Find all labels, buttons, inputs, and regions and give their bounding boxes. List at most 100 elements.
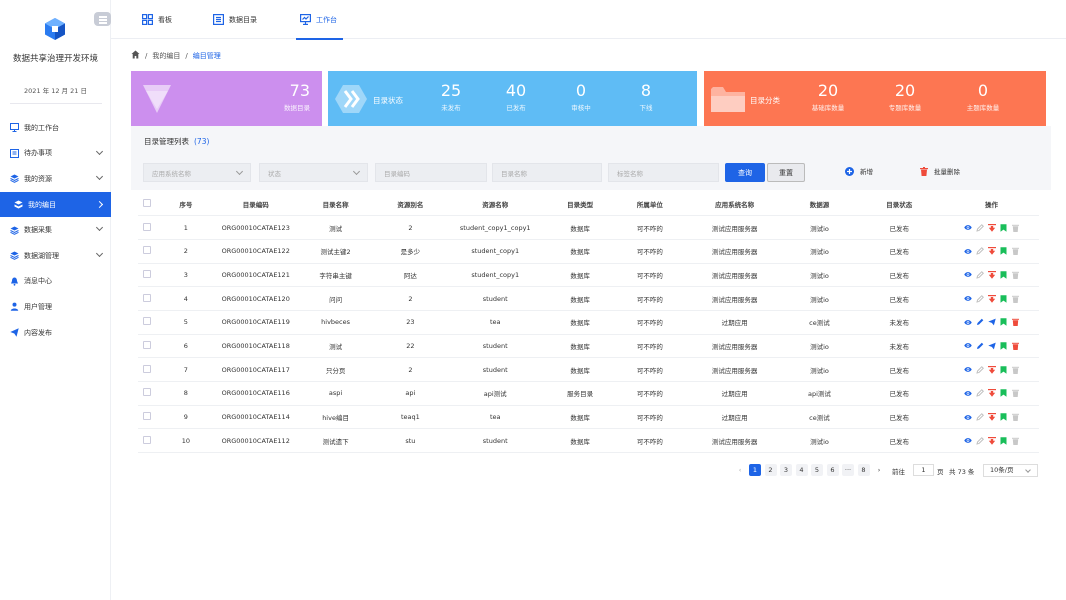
offline-icon[interactable] bbox=[987, 389, 996, 398]
offline-icon[interactable] bbox=[987, 223, 996, 232]
bookmark-icon[interactable] bbox=[1000, 437, 1008, 445]
delete-icon[interactable] bbox=[1012, 342, 1020, 350]
sidebar-item-3[interactable]: 我的编目 bbox=[0, 191, 111, 218]
sidebar-item-5[interactable]: 数据湖管理 bbox=[0, 243, 111, 269]
page-size-select[interactable]: 10条/页 bbox=[983, 464, 1038, 477]
tab-label: 看板 bbox=[158, 15, 172, 24]
column-header: 数据源 bbox=[784, 192, 855, 217]
edit-icon bbox=[975, 270, 984, 279]
sidebar-item-label: 用户管理 bbox=[24, 302, 52, 311]
row-checkbox[interactable] bbox=[138, 334, 156, 359]
bookmark-icon[interactable] bbox=[1000, 223, 1008, 232]
offline-icon[interactable] bbox=[987, 413, 996, 421]
breadcrumb-item[interactable]: 我的编目 bbox=[152, 51, 180, 61]
sidebar-item-1[interactable]: 待办事项 bbox=[0, 141, 111, 167]
row-checkbox[interactable] bbox=[138, 381, 156, 406]
stat-base-label: 基础库数量 bbox=[811, 104, 845, 112]
add-button[interactable]: 新增 bbox=[845, 166, 873, 176]
offline-icon[interactable] bbox=[987, 365, 996, 374]
page-button[interactable]: 3 bbox=[780, 464, 792, 476]
app-system-select[interactable]: 应用系统名称 bbox=[143, 163, 251, 182]
table-cell: 可不咋的 bbox=[614, 263, 685, 288]
row-checkbox[interactable] bbox=[138, 286, 156, 311]
tag-name-input[interactable]: 标签名称 bbox=[608, 163, 719, 182]
sidebar-item-8[interactable]: 内容发布 bbox=[0, 320, 111, 346]
batch-delete-button[interactable]: 批量删除 bbox=[920, 166, 960, 176]
catalog-code-input[interactable]: 目录编码 bbox=[375, 163, 487, 182]
view-icon[interactable] bbox=[963, 271, 972, 279]
view-icon[interactable] bbox=[963, 389, 972, 397]
list-title: 目录管理列表 (73) bbox=[144, 137, 210, 146]
row-checkbox[interactable] bbox=[138, 405, 156, 430]
offline-icon[interactable] bbox=[987, 294, 996, 303]
home-icon[interactable] bbox=[131, 50, 140, 61]
bookmark-icon[interactable] bbox=[1000, 342, 1008, 350]
tab-dashboard[interactable]: 看板 bbox=[142, 0, 172, 39]
sidebar-item-7[interactable]: 用户管理 bbox=[0, 294, 111, 320]
app-title: 数据共享治理开发环境 bbox=[12, 54, 98, 64]
select-all-checkbox[interactable] bbox=[138, 192, 156, 217]
page-button[interactable]: 4 bbox=[795, 464, 808, 476]
bookmark-icon[interactable] bbox=[1000, 247, 1008, 255]
page-button[interactable]: 5 bbox=[811, 464, 823, 476]
view-icon[interactable] bbox=[963, 224, 972, 232]
stat-card-status: 目录状态 25 未发布 40 已发布 0 审核中 8 下线 bbox=[328, 71, 697, 126]
row-checkbox[interactable] bbox=[138, 215, 156, 240]
row-checkbox[interactable] bbox=[138, 263, 156, 288]
sidebar-item-0[interactable]: 我的工作台 bbox=[0, 115, 111, 141]
sidebar-item-6[interactable]: 消息中心 bbox=[0, 269, 111, 295]
sidebar-item-2[interactable]: 我的资源 bbox=[0, 166, 111, 192]
row-checkbox[interactable] bbox=[138, 357, 156, 382]
table-row: 1 ORG00010CATAE123 测试 2 student_copy1_copy1 数… bbox=[138, 215, 1039, 240]
view-icon[interactable] bbox=[963, 366, 972, 374]
sidebar-collapse-button[interactable] bbox=[94, 12, 111, 26]
delete-icon[interactable] bbox=[1012, 318, 1020, 327]
tab-workbench[interactable]: 工作台 bbox=[296, 0, 343, 40]
page-button[interactable]: 8 bbox=[857, 464, 870, 476]
view-icon[interactable] bbox=[963, 295, 972, 303]
edit-icon[interactable] bbox=[976, 342, 984, 350]
view-icon[interactable] bbox=[963, 413, 972, 421]
offline-icon[interactable] bbox=[987, 247, 996, 256]
chevron-icon bbox=[95, 249, 104, 258]
status-select[interactable]: 状态 bbox=[259, 163, 368, 182]
query-button[interactable]: 查询 bbox=[725, 163, 765, 182]
sidebar-item-4[interactable]: 数据采集 bbox=[0, 217, 111, 243]
tab-data-catalog[interactable]: 数据目录 bbox=[213, 0, 257, 39]
delete-icon bbox=[1012, 389, 1020, 398]
table-cell: 已发布 bbox=[854, 263, 945, 288]
bookmark-icon[interactable] bbox=[1000, 389, 1008, 398]
catalog-name-input[interactable]: 目录名称 bbox=[492, 163, 602, 182]
offline-icon[interactable] bbox=[987, 436, 996, 445]
publish-icon[interactable] bbox=[987, 318, 996, 326]
page-button[interactable]: ··· bbox=[842, 464, 854, 476]
funnel-icon bbox=[143, 85, 171, 113]
bookmark-icon[interactable] bbox=[1000, 271, 1008, 279]
view-icon[interactable] bbox=[963, 247, 972, 255]
row-checkbox[interactable] bbox=[138, 310, 156, 335]
delete-icon bbox=[1012, 366, 1020, 374]
trash-icon bbox=[920, 166, 928, 176]
view-icon[interactable] bbox=[963, 318, 972, 326]
goto-page-input[interactable]: 1 bbox=[913, 464, 934, 476]
publish-icon[interactable] bbox=[987, 342, 996, 350]
bookmark-icon[interactable] bbox=[1000, 365, 1008, 374]
next-page-button[interactable]: › bbox=[873, 464, 885, 476]
table-cell: 2 bbox=[375, 215, 446, 240]
stat-reviewing-value: 0 bbox=[575, 81, 587, 100]
page-button[interactable]: 1 bbox=[749, 464, 761, 476]
row-checkbox[interactable] bbox=[138, 239, 156, 264]
offline-icon[interactable] bbox=[987, 270, 996, 279]
bookmark-icon[interactable] bbox=[1000, 318, 1008, 326]
page-button[interactable]: 2 bbox=[764, 464, 777, 476]
view-icon[interactable] bbox=[963, 342, 972, 350]
bookmark-icon[interactable] bbox=[1000, 294, 1008, 303]
view-icon[interactable] bbox=[963, 437, 972, 445]
reset-button[interactable]: 重置 bbox=[767, 163, 805, 182]
edit-icon bbox=[975, 365, 984, 374]
page-button[interactable]: 6 bbox=[826, 464, 839, 476]
row-checkbox[interactable] bbox=[138, 428, 156, 454]
edit-icon[interactable] bbox=[976, 318, 984, 326]
prev-page-button[interactable]: ‹ bbox=[734, 464, 746, 476]
bookmark-icon[interactable] bbox=[1000, 413, 1008, 421]
